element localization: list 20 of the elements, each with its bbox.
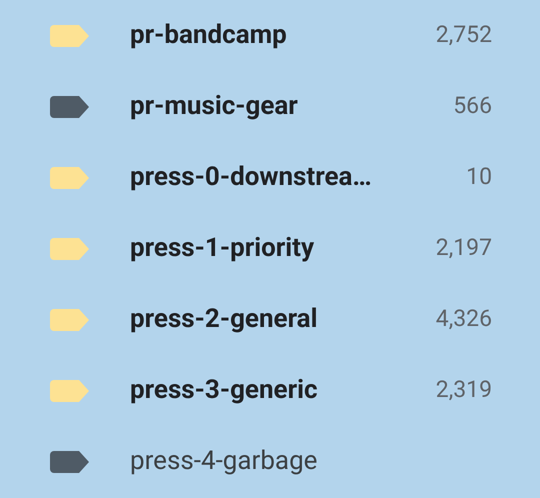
- label-name: press-3-generic: [130, 374, 318, 407]
- label-item[interactable]: pr-bandcamp 2,752: [0, 0, 540, 71]
- unread-count: 2,752: [436, 20, 492, 50]
- unread-count: 10: [466, 162, 492, 192]
- label-name: press-4-garbage: [130, 445, 318, 478]
- label-name: pr-music-gear: [130, 90, 298, 123]
- unread-count: 4,326: [436, 304, 492, 334]
- label-item[interactable]: pr-music-gear 566: [0, 71, 540, 142]
- unread-count: 566: [453, 91, 492, 122]
- label-name: pr-bandcamp: [130, 19, 287, 52]
- label-name: press-1-priority: [130, 232, 314, 265]
- label-item[interactable]: press-1-priority 2,197: [0, 213, 540, 284]
- label-item[interactable]: press-0-downstrea… 10: [0, 142, 540, 213]
- label-name: press-2-general: [130, 303, 318, 336]
- label-name: press-0-downstrea…: [130, 161, 372, 194]
- unread-count: 2,319: [436, 375, 492, 406]
- label-item[interactable]: press-2-general 4,326: [0, 284, 540, 355]
- label-item[interactable]: press-4-garbage: [0, 426, 540, 497]
- unread-count: 2,197: [436, 233, 492, 264]
- label-item[interactable]: press-3-generic 2,319: [0, 355, 540, 426]
